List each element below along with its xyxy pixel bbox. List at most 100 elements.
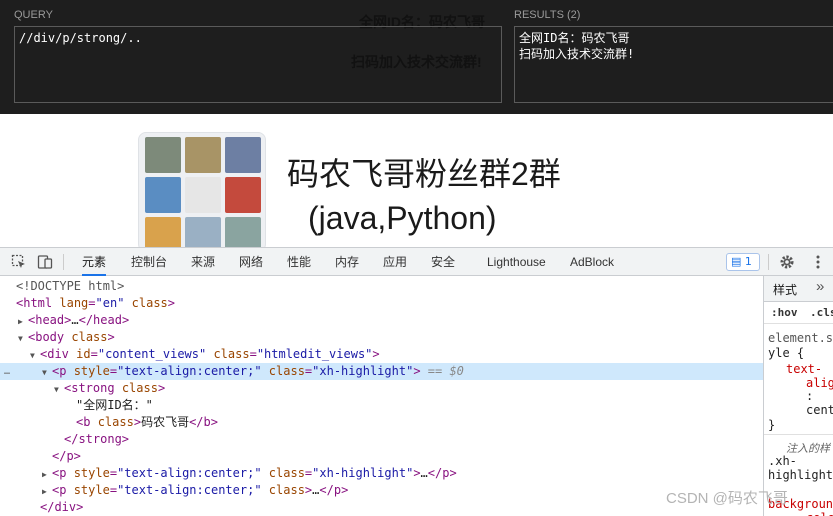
group-qr-code bbox=[138, 132, 266, 247]
style-property[interactable]: text- bbox=[786, 362, 822, 376]
issues-badge[interactable]: ▤ 1 bbox=[726, 253, 760, 271]
closing-tag: </head> bbox=[78, 313, 130, 327]
style-property[interactable]: colo bbox=[806, 511, 833, 516]
tag-name: html bbox=[23, 296, 53, 310]
attr-name: style bbox=[73, 364, 110, 378]
inspect-element-icon[interactable] bbox=[11, 254, 27, 270]
collapse-arrow-icon[interactable]: ▼ bbox=[54, 381, 64, 398]
group-subtitle: (java,Python) bbox=[308, 200, 497, 236]
screenshot: 全网ID名：码农飞哥 扫码加入技术交流群! QUERY //div/p/stro… bbox=[0, 0, 833, 516]
attr-name: lang bbox=[59, 296, 89, 310]
attr-value: "xh-highlight" bbox=[312, 364, 414, 378]
dom-node-strong-close[interactable]: </strong> bbox=[0, 431, 763, 448]
attr-name: class bbox=[268, 466, 305, 480]
avatar bbox=[225, 177, 261, 213]
group-title: 码农飞哥粉丝群2群 bbox=[287, 156, 561, 192]
dom-node-p3[interactable]: ▶ <p style="text-align:center;" class>…</… bbox=[0, 482, 763, 499]
closing-tag: </div> bbox=[40, 500, 84, 514]
attr-name: class bbox=[121, 381, 158, 395]
text-node: "全网ID名：" bbox=[76, 398, 153, 412]
dom-node-p2[interactable]: ▶ <p style="text-align:center;" class="xh… bbox=[0, 465, 763, 482]
devtools-panel: 元素 控制台 来源 网络 性能 内存 应用 安全 Lighthouse AdBl… bbox=[0, 247, 833, 516]
row-actions-ellipsis[interactable]: … bbox=[4, 363, 10, 380]
expand-arrow-icon[interactable]: ▶ bbox=[18, 313, 28, 330]
dom-node-p-selected[interactable]: … ▼ <p style="text-align:center;" class="… bbox=[0, 363, 763, 380]
toolbar-divider bbox=[63, 254, 64, 270]
tag-name: strong bbox=[71, 381, 115, 395]
query-label: QUERY bbox=[14, 9, 53, 21]
style-selector: yle { bbox=[768, 346, 805, 360]
more-tabs-icon[interactable]: » bbox=[816, 278, 824, 295]
result-item: 扫码加入技术交流群! bbox=[519, 47, 635, 61]
dom-node-b[interactable]: <b class>码农飞哥</b> bbox=[0, 414, 763, 431]
style-colon: : bbox=[806, 389, 814, 403]
tab-performance[interactable]: 性能 bbox=[287, 248, 311, 276]
attr-name: style bbox=[73, 483, 110, 497]
attr-value: "text-align:center;" bbox=[117, 483, 262, 497]
style-selector: highlight bbox=[768, 468, 833, 482]
closing-tag: </p> bbox=[52, 449, 81, 463]
tab-styles[interactable]: 样式 bbox=[773, 281, 797, 298]
dom-node-p-close[interactable]: </p> bbox=[0, 448, 763, 465]
attr-name: class bbox=[71, 330, 108, 344]
tab-sources[interactable]: 来源 bbox=[191, 248, 215, 276]
tag-name: body bbox=[35, 330, 65, 344]
attr-name: class bbox=[131, 296, 168, 310]
collapsed-ellipsis: … bbox=[71, 313, 79, 327]
closing-tag: </strong> bbox=[64, 432, 130, 446]
style-value[interactable]: cent bbox=[806, 403, 833, 417]
issues-count: 1 bbox=[744, 255, 752, 268]
attr-value: "htmledit_views" bbox=[256, 347, 373, 361]
expand-arrow-icon[interactable]: ▶ bbox=[42, 483, 52, 500]
closing-tag: </p> bbox=[427, 466, 457, 480]
tab-elements[interactable]: 元素 bbox=[82, 248, 107, 276]
attr-value: "en" bbox=[95, 296, 125, 310]
styles-filter-row: :hov .cls bbox=[764, 302, 833, 324]
collapse-arrow-icon[interactable]: ▼ bbox=[30, 347, 40, 364]
tag-name: b bbox=[83, 415, 91, 429]
tab-lighthouse[interactable]: Lighthouse bbox=[487, 248, 546, 276]
tag-name: p bbox=[59, 483, 67, 497]
dom-node-html[interactable]: <html lang="en" class> bbox=[0, 295, 763, 312]
device-toolbar-icon[interactable] bbox=[37, 254, 53, 270]
tag-name: div bbox=[47, 347, 69, 361]
dom-node-doctype[interactable]: <!DOCTYPE html> bbox=[0, 278, 763, 295]
dom-node-strong[interactable]: ▼ <strong class> bbox=[0, 380, 763, 397]
expand-arrow-icon[interactable]: ▶ bbox=[42, 466, 52, 483]
devtools-tabbar: 元素 控制台 来源 网络 性能 内存 应用 安全 Lighthouse AdBl… bbox=[0, 248, 833, 276]
tab-security[interactable]: 安全 bbox=[431, 248, 455, 276]
hover-state-toggle[interactable]: :hov bbox=[771, 306, 798, 319]
tab-console[interactable]: 控制台 bbox=[131, 248, 167, 276]
collapse-arrow-icon[interactable]: ▼ bbox=[42, 364, 52, 381]
query-input[interactable]: //div/p/strong/.. bbox=[14, 26, 502, 103]
styles-tabbar: 样式 » bbox=[764, 276, 833, 302]
avatar bbox=[145, 177, 181, 213]
tab-memory[interactable]: 内存 bbox=[335, 248, 359, 276]
dom-node-head[interactable]: ▶ <head>…</head> bbox=[0, 312, 763, 329]
collapse-arrow-icon[interactable]: ▼ bbox=[18, 330, 28, 347]
text-node: 码农飞哥 bbox=[141, 415, 190, 429]
style-divider bbox=[764, 434, 833, 435]
avatar bbox=[185, 217, 221, 247]
attr-name: style bbox=[73, 466, 110, 480]
dom-node-text[interactable]: "全网ID名：" bbox=[0, 397, 763, 414]
tab-application[interactable]: 应用 bbox=[383, 248, 407, 276]
attr-name: class bbox=[268, 483, 305, 497]
tab-network[interactable]: 网络 bbox=[239, 248, 263, 276]
dom-node-div-close[interactable]: </div> bbox=[0, 499, 763, 516]
dom-node-div[interactable]: ▼ <div id="content_views" class="htmledit… bbox=[0, 346, 763, 363]
page-content: 码农飞哥粉丝群2群 (java,Python) bbox=[0, 114, 833, 247]
tab-adblock[interactable]: AdBlock bbox=[570, 248, 614, 276]
dom-node-body[interactable]: ▼ <body class> bbox=[0, 329, 763, 346]
gear-icon[interactable] bbox=[779, 254, 795, 270]
attr-value: "content_views" bbox=[97, 347, 207, 361]
avatar bbox=[145, 217, 181, 247]
results-output[interactable]: 全网ID名：码农飞哥 扫码加入技术交流群! bbox=[514, 26, 833, 103]
tag-name: head bbox=[35, 313, 65, 327]
closing-tag: </b> bbox=[189, 415, 218, 429]
style-property[interactable]: alig bbox=[806, 376, 833, 390]
more-options-icon[interactable] bbox=[810, 254, 826, 270]
attr-value: "text-align:center;" bbox=[117, 364, 262, 378]
attr-value: "xh-highlight" bbox=[312, 466, 414, 480]
class-toggle[interactable]: .cls bbox=[810, 306, 833, 319]
